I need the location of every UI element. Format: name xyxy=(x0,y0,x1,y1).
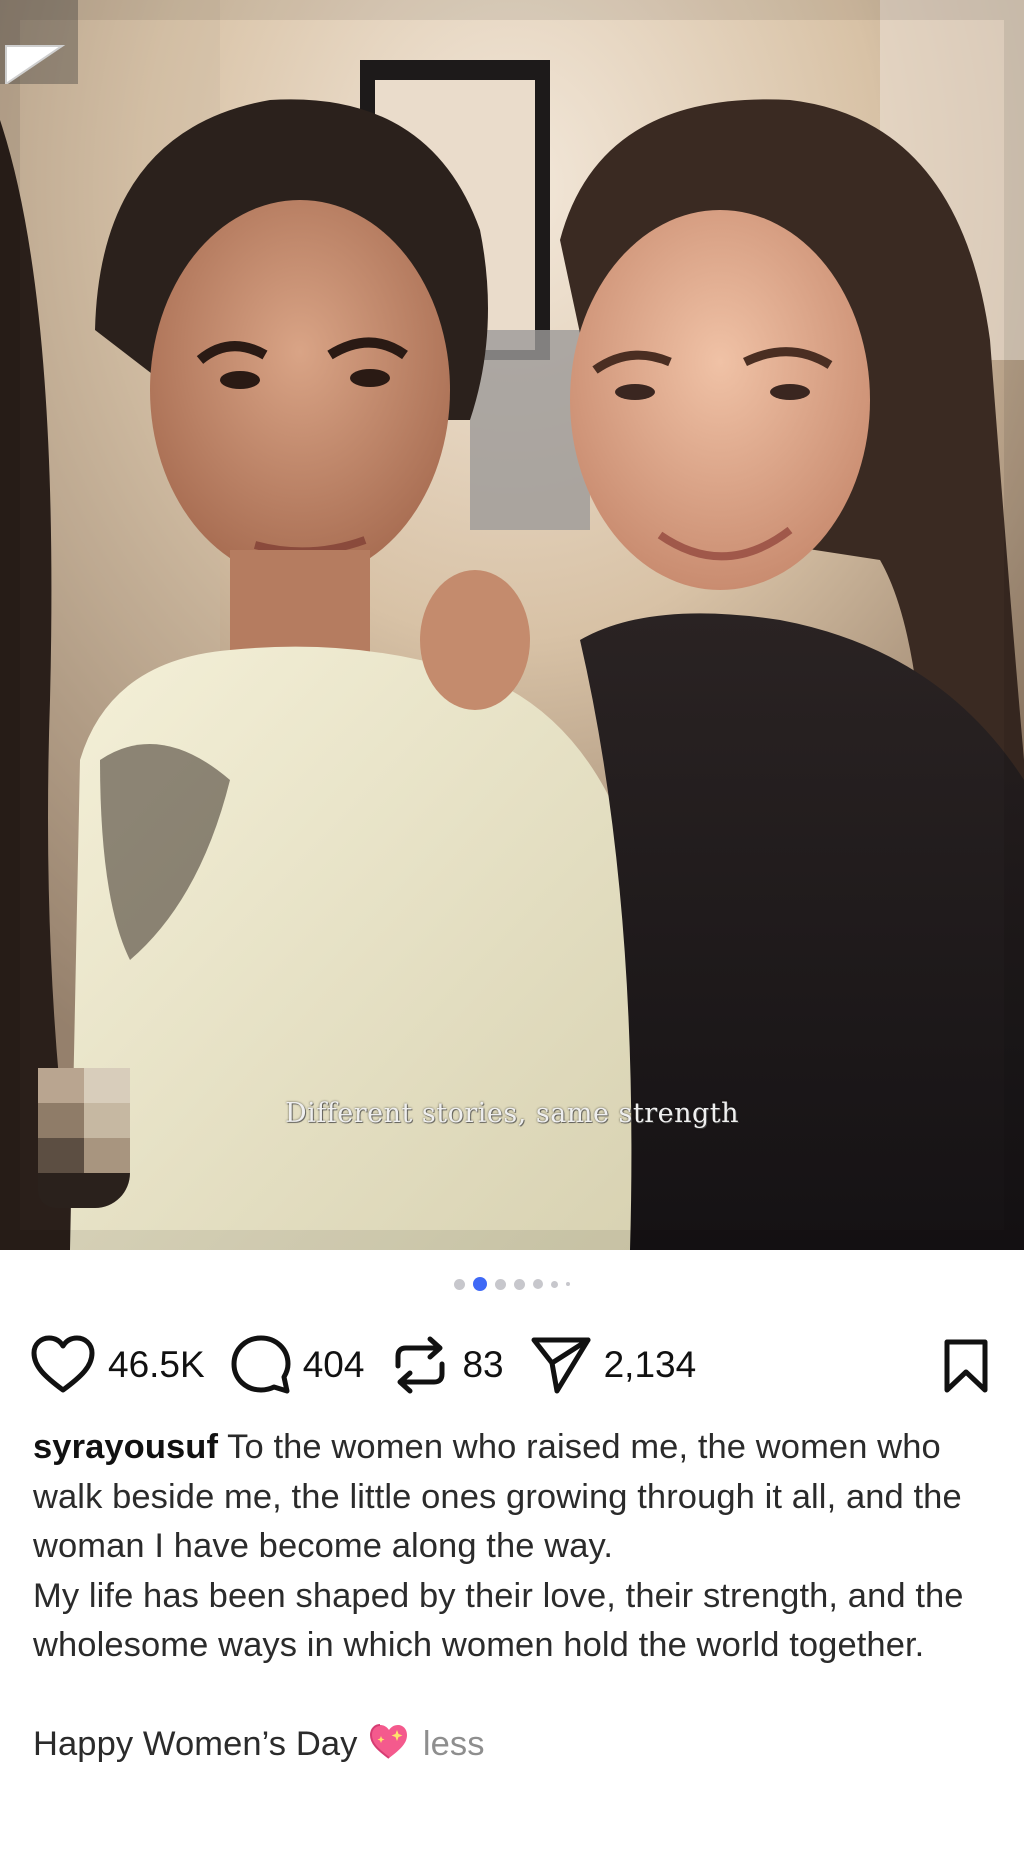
post-action-bar: 46.5K 404 83 2,134 xyxy=(30,1328,994,1402)
carousel-indicator xyxy=(0,1277,1024,1291)
heart-icon xyxy=(31,1335,95,1393)
photo-illustration xyxy=(0,0,1024,1250)
bookmark-icon xyxy=(944,1339,988,1393)
caption-paragraph: My life has been shaped by their love, t… xyxy=(33,1576,964,1665)
caption-less-link[interactable]: less xyxy=(423,1725,485,1763)
carousel-dot xyxy=(551,1280,558,1288)
repost-count: 83 xyxy=(462,1344,504,1385)
share-count: 2,134 xyxy=(603,1344,697,1385)
photo-overlay-caption: Different stories, same strength xyxy=(284,1098,740,1129)
reel-indicator-icon xyxy=(0,0,78,84)
repost-button[interactable]: 83 xyxy=(390,1334,504,1396)
carousel-dot xyxy=(566,1282,570,1286)
carousel-dot xyxy=(514,1278,525,1290)
like-count: 46.5K xyxy=(108,1344,205,1385)
repost-icon xyxy=(395,1336,445,1394)
send-icon xyxy=(531,1337,591,1394)
share-button[interactable]: 2,134 xyxy=(530,1335,697,1395)
carousel-dot xyxy=(533,1279,543,1289)
carousel-dot-active xyxy=(473,1277,487,1291)
caption-username[interactable]: syrayousuf xyxy=(33,1428,218,1466)
comment-bubble-icon xyxy=(231,1335,291,1394)
save-button[interactable] xyxy=(942,1338,990,1399)
post-photo[interactable]: Different stories, same strength xyxy=(0,0,1024,1250)
caption-paragraph: Happy Women’s Day less xyxy=(33,1720,993,1770)
like-button[interactable]: 46.5K xyxy=(30,1335,205,1395)
caption-paragraph: syrayousuf To the women who raised me, t… xyxy=(33,1423,993,1572)
post-caption: syrayousuf To the women who raised me, t… xyxy=(33,1423,993,1770)
pixelated-watermark xyxy=(38,1068,130,1208)
comment-count: 404 xyxy=(302,1344,365,1385)
comment-button[interactable]: 404 xyxy=(231,1335,365,1395)
carousel-dot xyxy=(495,1278,506,1290)
caption-closing-text: Happy Women’s Day xyxy=(33,1725,358,1763)
caption-blank-line xyxy=(33,1671,993,1721)
carousel-dot xyxy=(454,1278,465,1290)
sparkling-heart-icon xyxy=(370,1724,408,1759)
